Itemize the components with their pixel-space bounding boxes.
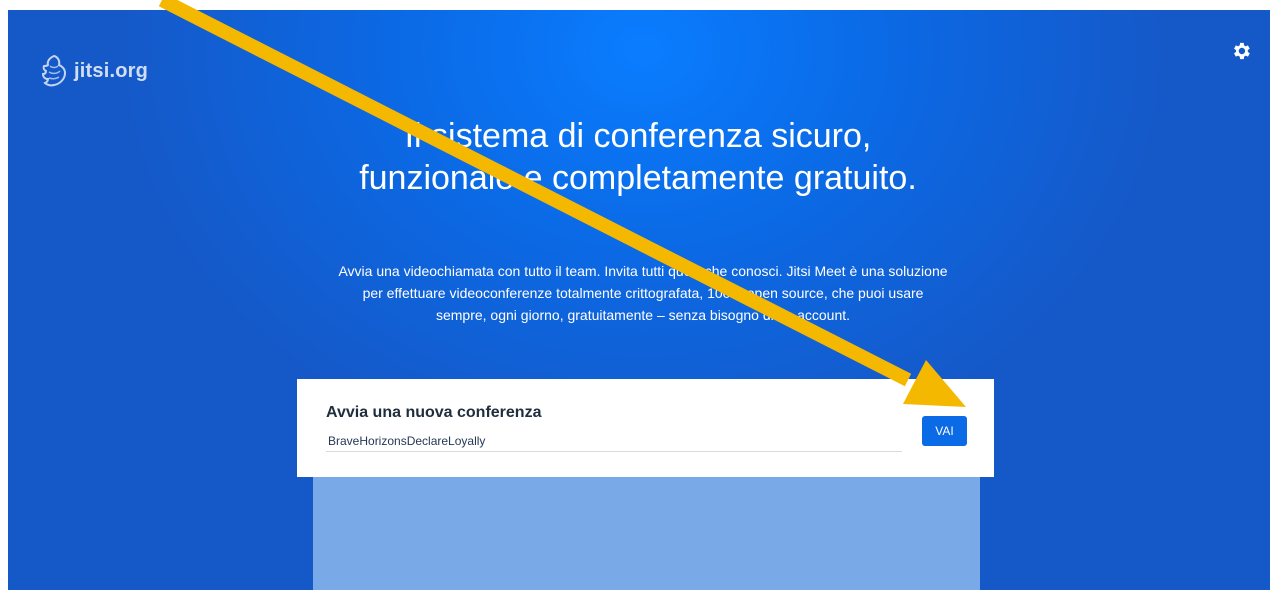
go-button[interactable]: VAI — [922, 416, 967, 446]
jitsi-logo[interactable]: jitsi.org — [40, 54, 148, 88]
start-conference-card: Avvia una nuova conferenza VAI — [297, 379, 994, 477]
welcome-panel — [313, 477, 980, 590]
gear-icon[interactable] — [1230, 40, 1252, 62]
page-title: Il sistema di conferenza sicuro, funzion… — [359, 117, 917, 197]
page-description: Avvia una videochiamata con tutto il tea… — [338, 263, 948, 323]
hero-section: jitsi.org Il sistema di conferenza sicur… — [8, 10, 1270, 590]
room-name-input[interactable] — [326, 431, 902, 452]
logo-text: jitsi.org — [74, 59, 149, 82]
jitsi-logo-icon — [41, 54, 67, 87]
card-title: Avvia una nuova conferenza — [326, 404, 542, 421]
